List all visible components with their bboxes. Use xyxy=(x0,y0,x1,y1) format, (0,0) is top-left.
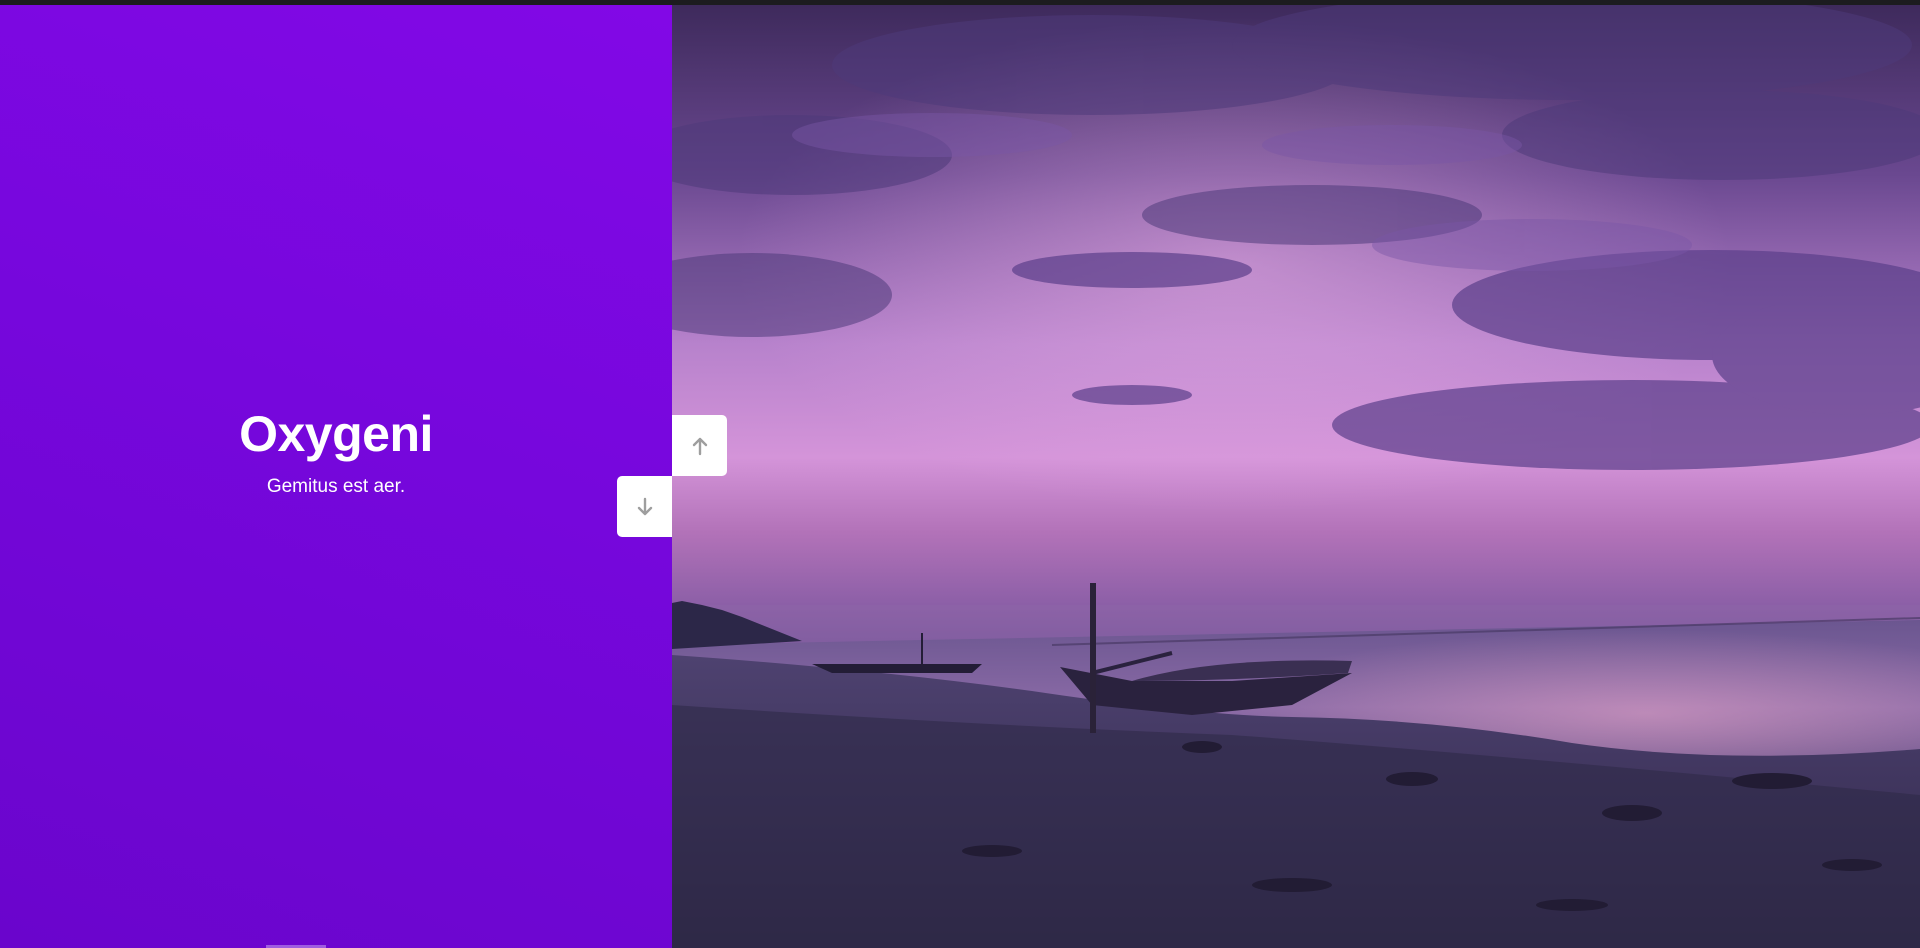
arrow-up-icon xyxy=(692,437,707,455)
slide-text-panel: Oxygeni Gemitus est aer. xyxy=(0,5,672,948)
previous-slide-button[interactable] xyxy=(672,415,727,476)
split-slider: Oxygeni Gemitus est aer. xyxy=(0,5,1920,948)
slide-title: Oxygeni xyxy=(239,405,433,462)
arrow-down-icon xyxy=(637,497,652,515)
next-slide-button[interactable] xyxy=(617,476,672,537)
slide-subtitle: Gemitus est aer. xyxy=(266,475,406,497)
window-top-strip xyxy=(0,0,1920,5)
slide-image-panel xyxy=(672,5,1920,948)
lakeshore-sunset-image xyxy=(672,5,1920,948)
